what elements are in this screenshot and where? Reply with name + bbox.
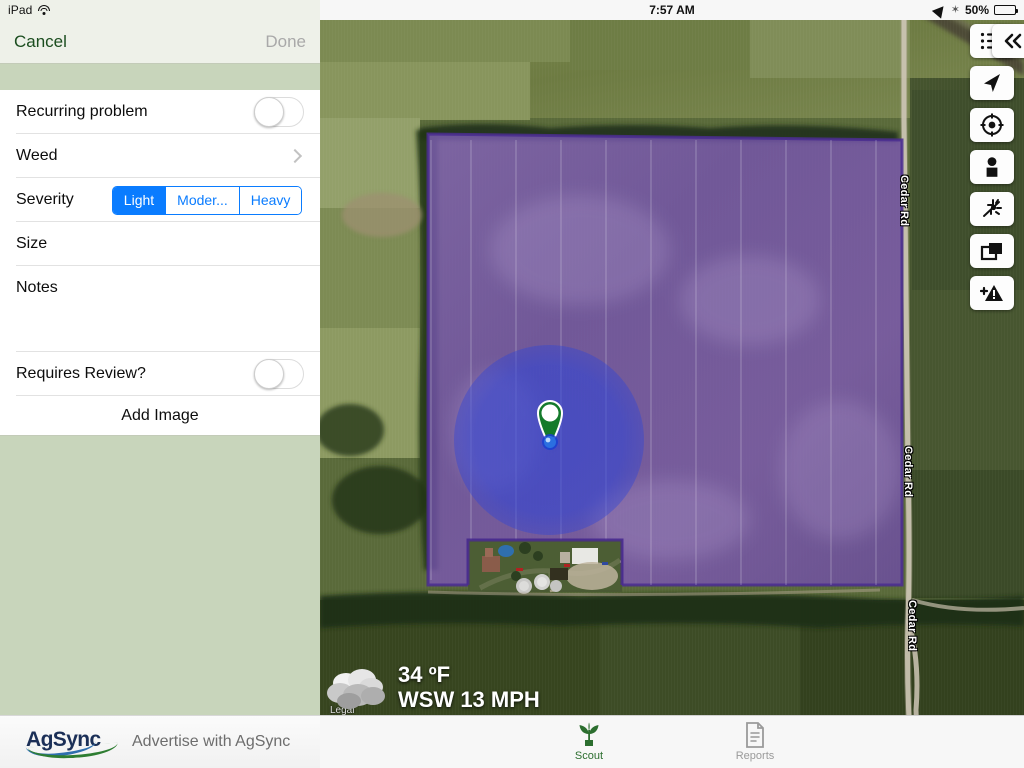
cloudy-icon xyxy=(327,669,385,710)
wifi-icon xyxy=(37,4,50,16)
status-right-group: ✶ 50% xyxy=(931,0,1018,20)
form-card: Recurring problem Weed Severity Light Mo… xyxy=(0,90,320,436)
weed-category-label: Weed xyxy=(16,147,58,164)
recurring-problem-toggle[interactable] xyxy=(254,97,304,127)
document-icon xyxy=(746,722,764,748)
bluetooth-icon: ✶ xyxy=(950,3,960,16)
ipad-status-bar: iPad xyxy=(0,0,320,20)
advertisement-bar[interactable]: AgSync Advertise with AgSync xyxy=(0,715,320,768)
battery-percent: 50% xyxy=(964,3,989,17)
navigation-arrow-icon xyxy=(984,74,1000,92)
requires-review-toggle[interactable] xyxy=(254,359,304,389)
user-location-dot-icon xyxy=(542,434,558,450)
battery-icon xyxy=(994,5,1018,15)
bottom-tab-bar: Scout Reports xyxy=(320,715,1024,768)
pest-icon xyxy=(983,199,1002,217)
recurring-problem-label: Recurring problem xyxy=(16,103,148,120)
severity-option-light[interactable]: Light xyxy=(112,186,166,214)
agsync-logo: AgSync xyxy=(25,727,119,761)
severity-option-moderate[interactable]: Moder... xyxy=(165,186,239,214)
ios-status-bar: 7:57 AM ✶ 50% xyxy=(320,0,1024,20)
temperature-value: 34 ºF xyxy=(398,661,451,687)
weather-widget: 34 ºF WSW 13 MPH xyxy=(326,661,540,712)
severity-segmented-control[interactable]: Light Moder... Heavy xyxy=(111,185,303,215)
panel-empty-area xyxy=(0,447,320,715)
wind-value: WSW 13 MPH xyxy=(398,686,540,712)
toggle-knob xyxy=(254,359,284,389)
requires-review-label: Requires Review? xyxy=(16,365,146,382)
location-arrow-icon xyxy=(931,1,948,19)
locate-button[interactable] xyxy=(970,66,1014,100)
map-area[interactable]: Cedar Rd Cedar Rd Cedar Rd 7:57 AM ✶ 50% xyxy=(320,0,1024,768)
satellite-map-canvas[interactable] xyxy=(320,0,1024,768)
add-alert-icon xyxy=(980,285,1003,301)
status-clock: 7:57 AM xyxy=(649,3,695,17)
person-button[interactable] xyxy=(970,150,1014,184)
panel-gap-top xyxy=(0,64,320,90)
size-label: Size xyxy=(16,235,48,252)
add-alert-button[interactable] xyxy=(970,276,1014,310)
advertise-text: Advertise with AgSync xyxy=(132,733,291,750)
road-label-cedar-rd-north: Cedar Rd xyxy=(898,175,910,227)
weed-category-row[interactable]: Weed xyxy=(0,134,320,178)
tab-scout[interactable]: Scout xyxy=(549,722,629,762)
add-image-row[interactable]: Add Image xyxy=(0,396,320,436)
severity-option-heavy[interactable]: Heavy xyxy=(238,186,302,214)
map-toolbar xyxy=(970,24,1014,310)
severity-label: Severity xyxy=(16,191,74,208)
collapse-panel-button[interactable] xyxy=(992,24,1024,58)
done-button[interactable]: Done xyxy=(265,32,306,52)
tab-reports[interactable]: Reports xyxy=(715,722,795,762)
scout-button[interactable] xyxy=(970,192,1014,226)
person-icon xyxy=(986,157,998,177)
center-button[interactable] xyxy=(970,108,1014,142)
notes-row[interactable]: Notes xyxy=(0,266,320,310)
road-label-cedar-rd-middle: Cedar Rd xyxy=(902,446,914,498)
weather-text: 34 ºF WSW 13 MPH xyxy=(398,661,540,712)
severity-row: Severity Light Moder... Heavy xyxy=(0,178,320,222)
device-name: iPad xyxy=(8,3,33,17)
recurring-problem-row: Recurring problem xyxy=(0,90,320,134)
plant-icon xyxy=(579,722,599,746)
road-label-cedar-rd-south: Cedar Rd xyxy=(906,600,918,652)
notes-input[interactable] xyxy=(0,310,320,352)
form-nav-bar: Cancel Done xyxy=(0,20,320,64)
notes-label: Notes xyxy=(16,279,58,296)
requires-review-row: Requires Review? xyxy=(0,352,320,396)
layers-icon xyxy=(980,243,1002,261)
layers-button[interactable] xyxy=(970,234,1014,268)
double-chevron-left-icon xyxy=(1004,33,1022,49)
scout-form-panel: iPad Cancel Done Recurring problem Weed xyxy=(0,0,320,768)
app-root: iPad Cancel Done Recurring problem Weed xyxy=(0,0,1024,768)
tab-reports-label: Reports xyxy=(735,750,775,762)
tab-scout-label: Scout xyxy=(574,750,604,762)
toggle-knob xyxy=(254,97,284,127)
add-image-label: Add Image xyxy=(121,407,199,424)
cancel-button[interactable]: Cancel xyxy=(14,32,67,52)
chevron-right-icon xyxy=(287,148,303,164)
size-row[interactable]: Size xyxy=(0,222,320,266)
crosshair-icon xyxy=(980,113,1004,137)
